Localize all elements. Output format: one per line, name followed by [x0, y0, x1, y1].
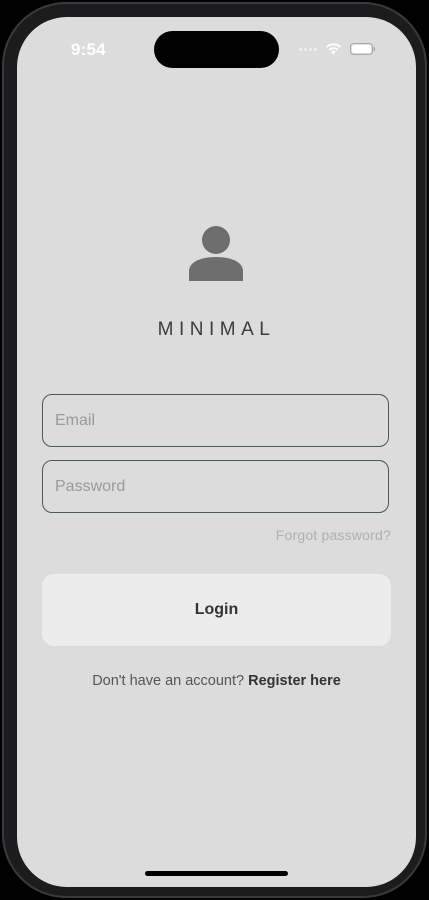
email-field[interactable] [42, 394, 389, 447]
device-frame: 9:54 MINIMAL Email Forgot password? Logi… [2, 2, 427, 898]
app-title: MINIMAL [157, 319, 276, 340]
status-icons [299, 43, 376, 55]
register-row: Don't have an account? Register here [17, 673, 416, 689]
home-indicator[interactable] [145, 871, 288, 876]
register-link[interactable]: Register here [248, 673, 341, 689]
status-time: 9:54 [71, 40, 106, 59]
register-prompt: Don't have an account? [92, 673, 245, 689]
dynamic-island [154, 31, 279, 68]
forgot-password-link[interactable]: Forgot password? [276, 527, 391, 543]
cellular-signal-icon [299, 47, 317, 51]
email-input[interactable] [43, 395, 388, 446]
user-avatar-icon [186, 223, 246, 281]
wifi-icon [325, 43, 342, 55]
password-field[interactable] [42, 460, 389, 513]
battery-icon [350, 43, 376, 55]
password-input[interactable] [43, 461, 388, 512]
app-screen: 9:54 MINIMAL Email Forgot password? Logi… [17, 17, 416, 887]
login-button[interactable]: Login [42, 574, 391, 646]
